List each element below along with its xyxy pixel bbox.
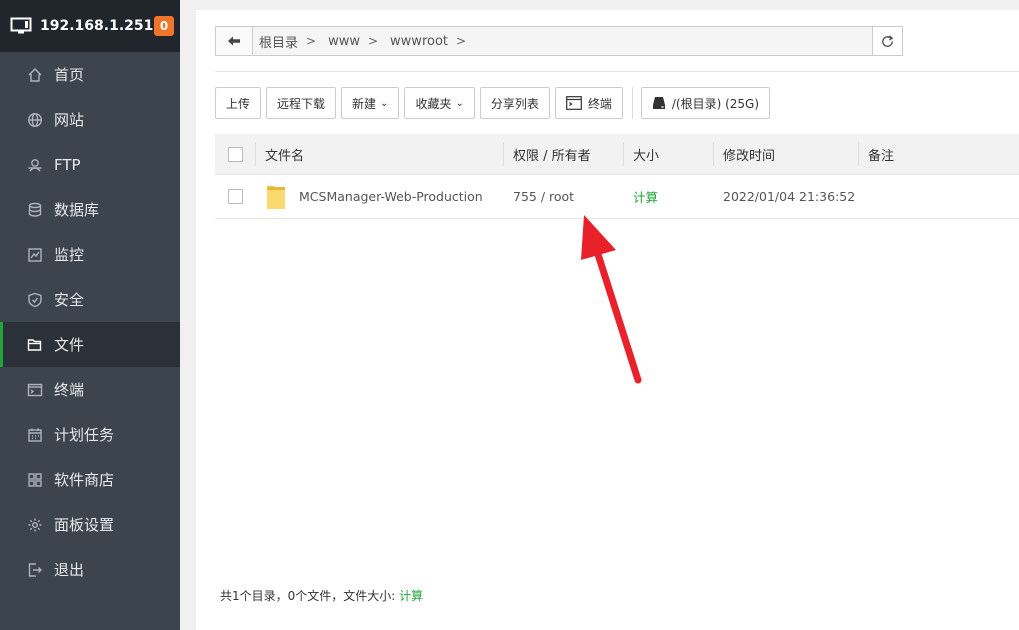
chevron-right-icon: > [367, 34, 379, 48]
table-header: 文件名 权限 / 所有者 大小 修改时间 备注 [215, 134, 1019, 175]
sidebar-item-label: 网站 [54, 111, 85, 129]
select-all-checkbox[interactable] [228, 146, 243, 162]
footer-summary-text: 共1个目录，0个文件，文件大小: [220, 589, 396, 603]
sidebar-item-store[interactable]: 软件商店 [0, 457, 180, 502]
annotation-arrow [581, 215, 642, 384]
path-bar: 根目录 > www > wwwroot > [215, 26, 903, 56]
server-host[interactable]: 192.168.1.251 [40, 18, 153, 34]
terminal-icon [26, 381, 44, 399]
permission-cell[interactable]: 755 / root [503, 175, 623, 218]
share-list-label: 分享列表 [490, 96, 539, 111]
size-calc-link[interactable]: 计算 [623, 175, 713, 218]
sidebar-item-label: 计划任务 [54, 426, 115, 444]
chevron-right-icon: > [456, 34, 467, 48]
folder-icon [267, 185, 285, 209]
sidebar-item-label: 安全 [54, 291, 85, 309]
sidebar-item-logout[interactable]: 退出 [0, 547, 180, 592]
sidebar-item-label: 软件商店 [54, 471, 115, 489]
upload-label: 上传 [226, 96, 251, 111]
terminal-label: 终端 [587, 96, 612, 111]
sidebar-item-label: FTP [54, 155, 81, 174]
divider [215, 71, 1019, 72]
terminal-icon [565, 96, 582, 110]
file-manager-panel: 根目录 > www > wwwroot > 上传 远程下载 新建 ⌄ 收藏夹 ⌄ 分… [196, 10, 1019, 630]
sidebar: 192.168.1.251 0 首页 网站 FTP 数据库 监控 安全 文件 终… [0, 0, 180, 630]
toolbar: 上传 远程下载 新建 ⌄ 收藏夹 ⌄ 分享列表 终端 /(根目录) (25G) [215, 87, 775, 119]
file-table: 文件名 权限 / 所有者 大小 修改时间 备注 MCSManager-Web-P… [215, 134, 1019, 219]
column-header-permission[interactable]: 权限 / 所有者 [503, 134, 623, 174]
globe-icon [26, 111, 44, 129]
disk-button[interactable]: /(根目录) (25G) [640, 87, 771, 119]
refresh-icon [880, 34, 895, 49]
new-dropdown-button[interactable]: 新建 ⌄ [341, 87, 400, 119]
row-checkbox[interactable] [228, 189, 243, 204]
file-name[interactable]: MCSManager-Web-Production [299, 189, 483, 204]
note-cell[interactable] [858, 175, 1019, 218]
disk-label: /(根目录) (25G) [671, 96, 760, 111]
column-header-note: 备注 [858, 134, 1019, 174]
sidebar-item-website[interactable]: 网站 [0, 97, 180, 142]
sidebar-item-settings[interactable]: 面板设置 [0, 502, 180, 547]
chevron-down-icon: ⌄ [380, 97, 389, 109]
toolbar-divider [631, 87, 633, 119]
breadcrumb-wwwroot[interactable]: wwwroot [390, 34, 448, 49]
server-monitor-icon [10, 17, 32, 35]
new-label: 新建 [352, 96, 377, 111]
chevron-down-icon: ⌄ [455, 97, 464, 109]
arrow-left-icon [227, 35, 241, 47]
select-all-cell [215, 134, 255, 174]
sidebar-item-label: 退出 [54, 561, 85, 579]
logout-icon [26, 561, 44, 579]
apps-icon [26, 471, 44, 489]
gear-icon [26, 516, 44, 534]
breadcrumb-root[interactable]: 根目录 [259, 32, 298, 51]
sidebar-menu: 首页 网站 FTP 数据库 监控 安全 文件 终端 计划任务 软件商店 面板设置… [0, 52, 180, 592]
folder-icon [26, 336, 44, 354]
notification-badge[interactable]: 0 [154, 16, 174, 36]
favorites-label: 收藏夹 [415, 96, 452, 111]
sidebar-item-terminal[interactable]: 终端 [0, 367, 180, 412]
column-header-mtime[interactable]: 修改时间 [713, 134, 858, 174]
sidebar-item-label: 面板设置 [54, 516, 115, 534]
sidebar-item-cron[interactable]: 计划任务 [0, 412, 180, 457]
back-button[interactable] [216, 27, 253, 55]
row-checkbox-cell [215, 175, 255, 218]
monitor-icon [26, 246, 44, 264]
footer-summary: 共1个目录，0个文件，文件大小: 计算 [220, 587, 423, 604]
sidebar-item-label: 首页 [54, 66, 85, 84]
favorites-dropdown-button[interactable]: 收藏夹 ⌄ [404, 87, 475, 119]
sidebar-item-label: 文件 [54, 336, 85, 354]
terminal-button[interactable]: 终端 [554, 87, 623, 119]
upload-button[interactable]: 上传 [215, 87, 262, 119]
column-header-size[interactable]: 大小 [623, 134, 713, 174]
share-list-button[interactable]: 分享列表 [479, 87, 550, 119]
sidebar-item-files[interactable]: 文件 [0, 322, 180, 367]
remote-download-label: 远程下载 [277, 96, 326, 111]
column-header-name[interactable]: 文件名 [255, 134, 503, 174]
chevron-right-icon: > [306, 34, 317, 48]
sidebar-item-home[interactable]: 首页 [0, 52, 180, 97]
sidebar-item-label: 数据库 [54, 201, 100, 219]
sidebar-item-label: 终端 [54, 381, 85, 399]
breadcrumb-www[interactable]: www [328, 34, 360, 49]
sidebar-item-monitor[interactable]: 监控 [0, 232, 180, 277]
ftp-icon [26, 156, 44, 174]
sidebar-item-security[interactable]: 安全 [0, 277, 180, 322]
sidebar-item-ftp[interactable]: FTP [0, 142, 180, 187]
sidebar-item-label: 监控 [54, 246, 85, 264]
hard-disk-icon [652, 96, 666, 110]
breadcrumb: 根目录 > www > wwwroot > [253, 27, 872, 55]
sidebar-item-database[interactable]: 数据库 [0, 187, 180, 232]
shield-icon [26, 291, 44, 309]
database-icon [26, 201, 44, 219]
sidebar-header: 192.168.1.251 [0, 0, 180, 52]
home-icon [26, 66, 44, 84]
table-row[interactable]: MCSManager-Web-Production 755 / root 计算 … [215, 175, 1019, 219]
mtime-cell: 2022/01/04 21:36:52 [723, 189, 856, 204]
remote-download-button[interactable]: 远程下载 [266, 87, 337, 119]
calendar-icon [26, 426, 44, 444]
refresh-button[interactable] [872, 27, 902, 55]
footer-size-calc-link[interactable]: 计算 [399, 589, 423, 603]
file-name-cell[interactable]: MCSManager-Web-Production [255, 175, 503, 218]
